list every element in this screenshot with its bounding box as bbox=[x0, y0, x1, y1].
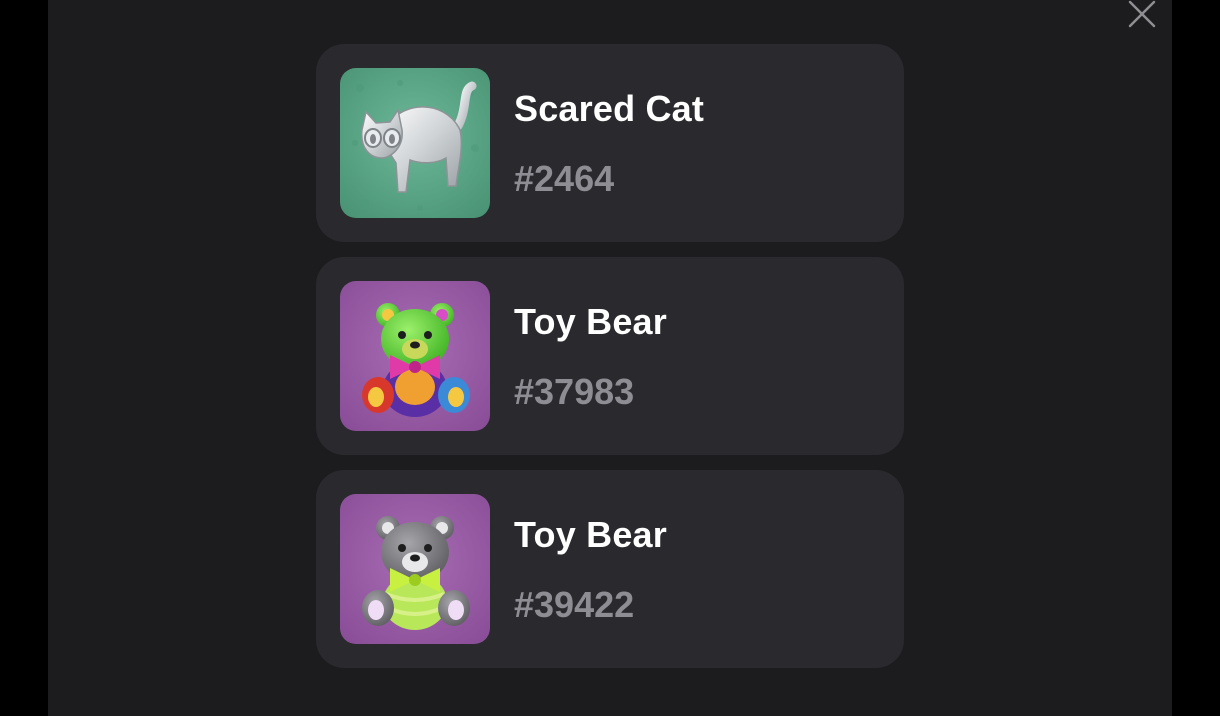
close-button[interactable] bbox=[1126, 0, 1158, 30]
scared-cat-icon bbox=[340, 68, 490, 218]
gift-title: Toy Bear bbox=[514, 301, 667, 342]
gift-card-scared-cat[interactable]: Scared Cat #2464 bbox=[316, 44, 904, 242]
gift-title: Toy Bear bbox=[514, 514, 667, 555]
gift-number: #39422 bbox=[514, 584, 635, 625]
green-toy-bear-icon bbox=[340, 281, 490, 431]
close-icon bbox=[1128, 0, 1156, 28]
gift-number: #2464 bbox=[514, 158, 615, 199]
gray-toy-bear-icon bbox=[340, 494, 490, 644]
gift-number: #37983 bbox=[514, 371, 635, 412]
gift-card-toy-bear-green[interactable]: Toy Bear #37983 bbox=[316, 257, 904, 455]
gift-card-toy-bear-gray[interactable]: Toy Bear #39422 bbox=[316, 470, 904, 668]
gift-title: Scared Cat bbox=[514, 88, 705, 129]
